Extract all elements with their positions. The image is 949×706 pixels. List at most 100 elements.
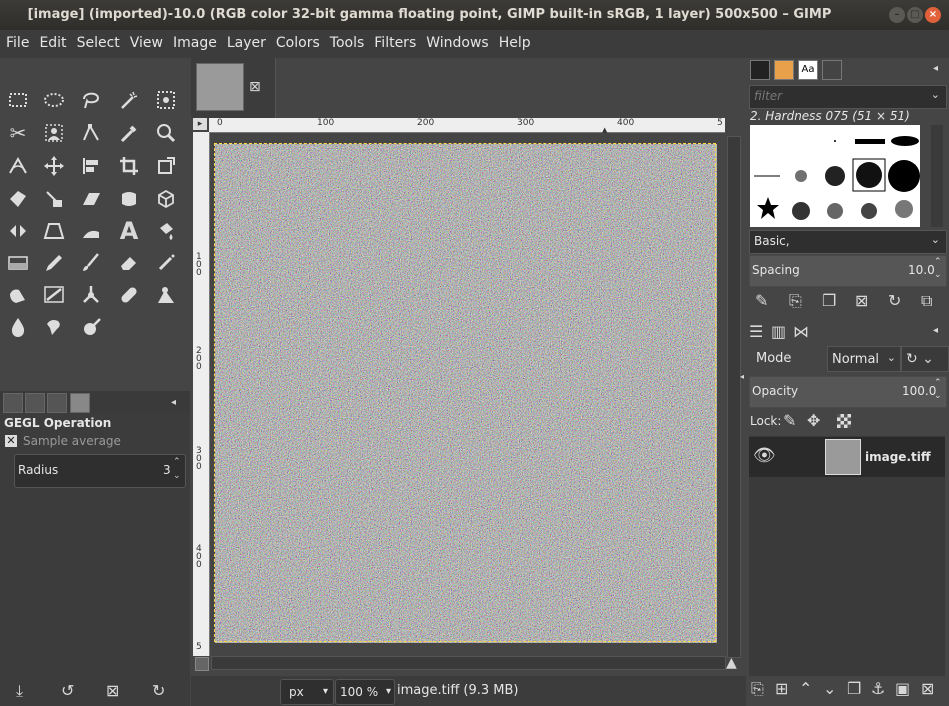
pencil-tool-icon[interactable]: [39, 248, 69, 278]
menu-help[interactable]: Help: [493, 30, 535, 51]
airbrush-tool-icon[interactable]: [151, 248, 181, 278]
sample-average-checkbox[interactable]: ✕: [5, 435, 17, 447]
zoom-select[interactable]: 100 % ▾: [335, 679, 395, 705]
close-tab-icon[interactable]: ⊠: [249, 78, 261, 96]
new-layer-icon[interactable]: ⎘: [751, 680, 764, 698]
rect-select-tool-icon[interactable]: [3, 85, 33, 115]
horizontal-scrollbar[interactable]: [211, 656, 726, 670]
quick-mask-menu-icon[interactable]: ▸: [193, 118, 207, 130]
spin-up-icon[interactable]: ⌃: [934, 378, 942, 388]
spin-up-icon[interactable]: ⌃: [934, 257, 942, 267]
document-history-tab[interactable]: [822, 60, 842, 80]
spin-down-icon[interactable]: ⌄: [934, 391, 942, 401]
dodge-burn-tool-icon[interactable]: [76, 312, 106, 342]
new-brush-icon[interactable]: ⎘: [789, 292, 802, 310]
radius-spin-field[interactable]: Radius 3 ⌃ ⌄: [14, 454, 186, 488]
lock-position-icon[interactable]: ✥: [807, 412, 820, 430]
menu-image[interactable]: Image: [167, 30, 221, 51]
open-brush-as-image-icon[interactable]: ⧉: [921, 292, 932, 310]
ellipse-select-tool-icon[interactable]: [39, 85, 69, 115]
heal-tool-icon[interactable]: [114, 280, 144, 310]
menu-tools[interactable]: Tools: [324, 30, 369, 51]
menu-colors[interactable]: Colors: [270, 30, 324, 51]
warp-transform-tool-icon[interactable]: [3, 184, 33, 214]
spin-up-icon[interactable]: ⌃: [173, 457, 181, 467]
scissors-tool-icon[interactable]: ✂: [3, 118, 33, 148]
restore-options-icon[interactable]: ↺: [61, 682, 74, 700]
quick-mask-toggle[interactable]: [195, 657, 209, 671]
mode-select[interactable]: Normal ⌄: [827, 346, 901, 372]
paths-tab-icon[interactable]: ⋈: [793, 323, 809, 341]
images-tab[interactable]: [70, 393, 90, 413]
panel-menu-icon[interactable]: ◂: [171, 394, 176, 412]
maximize-button[interactable]: □: [907, 7, 923, 23]
menu-edit[interactable]: Edit: [33, 30, 70, 51]
lock-alpha-icon[interactable]: [837, 414, 851, 428]
canvas-sash-icon[interactable]: ◂: [740, 368, 744, 386]
layers-tab-icon[interactable]: ☰: [749, 323, 763, 341]
patterns-tab[interactable]: [774, 60, 794, 80]
mask-layer-icon[interactable]: ▣: [895, 680, 910, 698]
delete-brush-icon[interactable]: ⊠: [855, 292, 868, 310]
eraser-tool-icon[interactable]: [114, 248, 144, 278]
brush-grid[interactable]: [750, 125, 920, 227]
lower-layer-icon[interactable]: ⌄: [823, 680, 836, 698]
panel-menu-icon[interactable]: ◂: [933, 60, 938, 78]
channels-tab-icon[interactable]: ▥: [771, 323, 786, 341]
tool-options-tab[interactable]: [3, 393, 23, 413]
spin-down-icon[interactable]: ⌄: [173, 471, 181, 481]
panel-menu-icon[interactable]: ◂: [933, 322, 938, 340]
lock-pixels-icon[interactable]: ✎: [783, 412, 796, 430]
image-tab-thumbnail[interactable]: [196, 63, 244, 111]
menu-windows[interactable]: Windows: [420, 30, 493, 51]
layer-row[interactable]: 👁 image.tiff: [749, 437, 945, 477]
smudge-tool-icon[interactable]: [39, 312, 69, 342]
menu-view[interactable]: View: [124, 30, 167, 51]
flip-tool-icon[interactable]: [3, 216, 33, 246]
tag-preset-select[interactable]: Basic, ⌄: [749, 230, 947, 254]
image-canvas[interactable]: [215, 144, 717, 643]
align-tool-icon[interactable]: [76, 151, 106, 181]
menu-filters[interactable]: Filters: [368, 30, 420, 51]
menu-layer[interactable]: Layer: [221, 30, 270, 51]
blur-tool-icon[interactable]: [3, 312, 33, 342]
horizontal-ruler[interactable]: 0 100 200 300 400 5 ▲: [209, 118, 725, 134]
reset-options-icon[interactable]: ↻: [152, 682, 165, 700]
new-layer-group-icon[interactable]: ⊞: [775, 680, 788, 698]
fonts-tab[interactable]: Aa: [798, 60, 818, 80]
menu-file[interactable]: File: [0, 30, 33, 51]
blend-tool-icon[interactable]: [3, 248, 33, 278]
refresh-brushes-icon[interactable]: ↻: [888, 292, 901, 310]
clone-tool-icon[interactable]: [76, 280, 106, 310]
unit-select[interactable]: px ▾: [280, 679, 334, 705]
edit-brush-icon[interactable]: ✎: [755, 292, 768, 310]
minimize-button[interactable]: –: [889, 7, 905, 23]
spin-down-icon[interactable]: ⌄: [934, 270, 942, 280]
vertical-ruler[interactable]: 1 0 0 2 0 0 3 0 0 4 0 0 5: [193, 132, 210, 656]
gradient-tool-icon[interactable]: [151, 216, 181, 246]
undo-history-tab[interactable]: [47, 393, 67, 413]
brushes-tab[interactable]: [750, 60, 770, 80]
move-tool-icon[interactable]: [39, 151, 69, 181]
delete-options-icon[interactable]: ⊠: [106, 682, 119, 700]
bucket-fill-tool-icon[interactable]: [76, 216, 106, 246]
color-picker-tool-icon[interactable]: [114, 118, 144, 148]
spacing-spin-field[interactable]: Spacing 10.0 ⌃ ⌄: [749, 255, 947, 287]
perspective-tool-icon[interactable]: [39, 216, 69, 246]
device-status-tab[interactable]: [25, 393, 45, 413]
opacity-spin-field[interactable]: Opacity 100.0 ⌃ ⌄: [749, 376, 947, 408]
unified-transform-tool-icon[interactable]: [151, 151, 181, 181]
text-tool-icon[interactable]: A: [114, 216, 144, 246]
mypaint-brush-tool-icon[interactable]: [39, 280, 69, 310]
foreground-select-tool-icon[interactable]: [39, 118, 69, 148]
anchor-layer-icon[interactable]: ⚓: [871, 680, 885, 698]
delete-layer-icon[interactable]: ⊠: [921, 680, 934, 698]
visibility-eye-icon[interactable]: 👁: [753, 447, 776, 465]
save-options-icon[interactable]: ⤓: [16, 682, 23, 700]
fuzzy-select-tool-icon[interactable]: [114, 85, 144, 115]
cage-transform-tool-icon[interactable]: [114, 184, 144, 214]
select-by-color-tool-icon[interactable]: [151, 85, 181, 115]
shear-tool-icon[interactable]: [76, 184, 106, 214]
handle-transform-tool-icon[interactable]: [39, 184, 69, 214]
close-window-button[interactable]: ×: [925, 7, 941, 23]
